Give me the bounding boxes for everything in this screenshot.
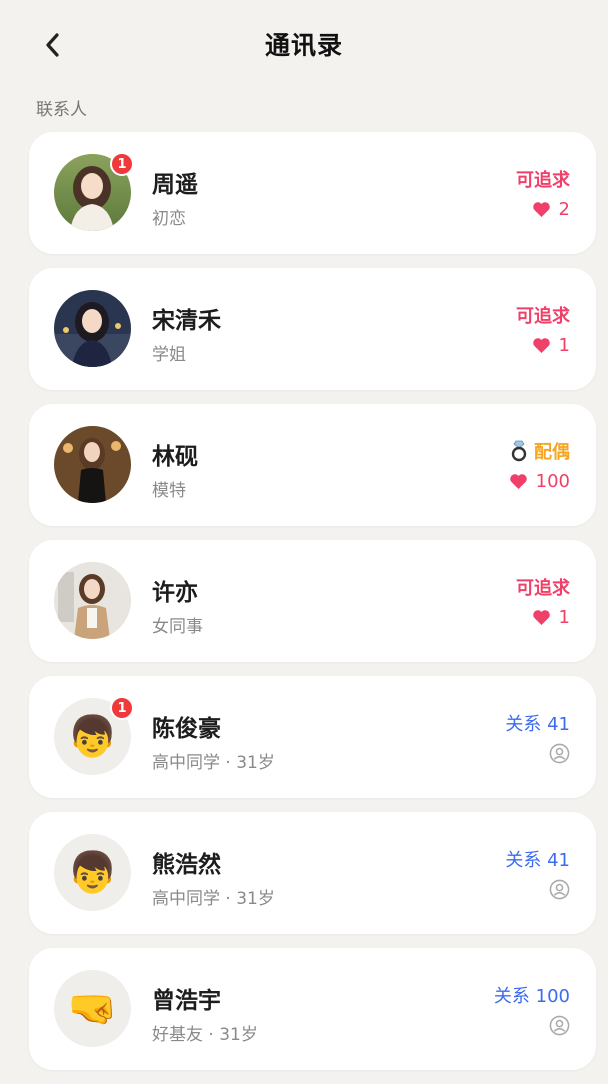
person-icon bbox=[549, 1015, 570, 1036]
status-label: 可追求 bbox=[516, 170, 570, 191]
avatar[interactable] bbox=[54, 562, 131, 639]
contact-subtitle: 学姐 bbox=[152, 345, 186, 365]
affection-value: 1 bbox=[532, 607, 570, 628]
contact-subtitle: 模特 bbox=[152, 481, 186, 501]
contact-name: 许亦 bbox=[152, 580, 198, 606]
section-label: 联系人 bbox=[36, 100, 87, 120]
heart-icon bbox=[532, 201, 551, 218]
person-icon bbox=[549, 743, 570, 764]
contact-list: 1 周遥 初恋 可追求 2 宋清禾 学姐 可追求 1 林砚 模特 配偶 100 … bbox=[29, 132, 596, 1084]
contact-name: 林砚 bbox=[152, 444, 198, 470]
avatar[interactable]: 🤜 bbox=[54, 970, 131, 1047]
affection-value: 1 bbox=[532, 335, 570, 356]
avatar[interactable]: 👦 bbox=[54, 834, 131, 911]
contact-subtitle: 高中同学 · 31岁 bbox=[152, 889, 275, 909]
status-label: 可追求 bbox=[516, 578, 570, 599]
contact-subtitle: 女同事 bbox=[152, 617, 203, 637]
contact-card[interactable]: 👦 1 陈俊豪 高中同学 · 31岁 关系 41 bbox=[29, 676, 596, 798]
status-label: 配偶 bbox=[510, 438, 570, 464]
contact-card[interactable]: 许亦 女同事 可追求 1 bbox=[29, 540, 596, 662]
contact-subtitle: 初恋 bbox=[152, 209, 186, 229]
header: 通讯录 bbox=[0, 0, 608, 92]
affection-value: 100 bbox=[509, 471, 570, 492]
contact-card[interactable]: 1 周遥 初恋 可追求 2 bbox=[29, 132, 596, 254]
contact-name: 周遥 bbox=[152, 172, 198, 198]
contact-name: 宋清禾 bbox=[152, 308, 221, 334]
heart-icon bbox=[509, 473, 528, 490]
boy-emoji-icon: 👦 bbox=[67, 713, 118, 760]
unread-badge: 1 bbox=[110, 696, 134, 720]
affection-value: 2 bbox=[532, 199, 570, 220]
contact-subtitle: 好基友 · 31岁 bbox=[152, 1025, 258, 1045]
relation-label: 关系 100 bbox=[493, 986, 570, 1007]
relation-label: 关系 41 bbox=[505, 850, 570, 871]
fist-emoji-icon: 🤜 bbox=[67, 985, 118, 1032]
heart-icon bbox=[532, 609, 551, 626]
person-icon bbox=[549, 879, 570, 900]
page-title: 通讯录 bbox=[264, 31, 343, 60]
ring-icon bbox=[510, 440, 528, 462]
contact-subtitle: 高中同学 · 31岁 bbox=[152, 753, 275, 773]
contact-name: 熊浩然 bbox=[152, 852, 221, 878]
avatar[interactable] bbox=[54, 426, 131, 503]
contact-card[interactable]: 宋清禾 学姐 可追求 1 bbox=[29, 268, 596, 390]
contact-card[interactable]: 👦 熊浩然 高中同学 · 31岁 关系 41 bbox=[29, 812, 596, 934]
boy-emoji-icon: 👦 bbox=[67, 849, 118, 896]
contact-card[interactable]: 🤜 曾浩宇 好基友 · 31岁 关系 100 bbox=[29, 948, 596, 1070]
contact-name: 陈俊豪 bbox=[152, 716, 221, 742]
heart-icon bbox=[532, 337, 551, 354]
avatar[interactable] bbox=[54, 290, 131, 367]
contact-card[interactable]: 林砚 模特 配偶 100 bbox=[29, 404, 596, 526]
relation-label: 关系 41 bbox=[505, 714, 570, 735]
status-label: 可追求 bbox=[516, 306, 570, 327]
contact-name: 曾浩宇 bbox=[152, 988, 221, 1014]
unread-badge: 1 bbox=[110, 152, 134, 176]
